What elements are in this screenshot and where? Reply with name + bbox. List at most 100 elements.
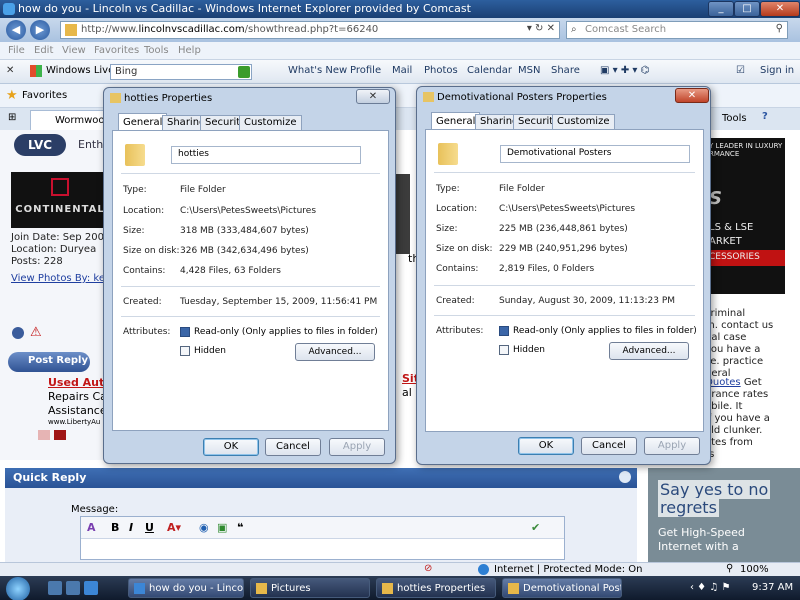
maximize-button[interactable]: □	[734, 1, 760, 17]
hidden-label[interactable]: Hidden	[513, 345, 545, 355]
quick-tabs-icon[interactable]: ⊞	[8, 112, 16, 123]
favorites-star-icon[interactable]: ★	[6, 88, 18, 103]
insert-image-icon[interactable]: ▣	[217, 521, 227, 534]
close-button[interactable]: ✕	[760, 1, 800, 17]
zoom-level[interactable]: 100%	[740, 564, 769, 575]
hidden-checkbox[interactable]	[499, 345, 509, 355]
sign-in-link[interactable]: Sign in	[760, 65, 794, 76]
ok-button[interactable]: OK	[203, 438, 259, 456]
apply-button[interactable]: Apply	[329, 438, 385, 456]
system-tray-icons[interactable]: ‹ ♦ ♫ ⚑	[690, 582, 730, 593]
tab-customize[interactable]: Customize	[239, 115, 302, 131]
show-desktop-icon[interactable]	[48, 581, 62, 595]
close-toolbar-icon[interactable]: ✕	[6, 65, 14, 76]
search-input[interactable]: ⌕ Comcast Search ⚲	[566, 21, 788, 39]
tools-menu[interactable]: Tools	[722, 113, 747, 124]
folder-icon	[110, 93, 121, 103]
minimize-button[interactable]: _	[708, 1, 734, 17]
contains-label: Contains:	[436, 264, 479, 274]
close-icon[interactable]: ✕	[675, 88, 709, 103]
collapse-icon[interactable]	[619, 471, 631, 483]
advanced-button[interactable]: Advanced...	[295, 343, 375, 361]
apply-button[interactable]: Apply	[644, 437, 700, 455]
ok-button[interactable]: OK	[518, 437, 574, 455]
folder-large-icon	[438, 143, 458, 165]
link-share[interactable]: Share	[551, 65, 580, 76]
task-hotties[interactable]: hotties Properties	[376, 578, 496, 598]
font-color-button[interactable]: A▾	[167, 521, 181, 534]
task-ie[interactable]: how do you - Lincol...	[128, 578, 244, 598]
bing-search-input[interactable]: Bing	[110, 64, 252, 80]
format-icon[interactable]: A	[87, 521, 96, 534]
ad-prev-icon[interactable]	[38, 430, 50, 440]
readonly-checkbox[interactable]	[499, 326, 509, 336]
forward-button[interactable]: ▶	[30, 20, 50, 40]
popup-blocked-icon[interactable]: ⊘	[424, 563, 432, 574]
menu-view[interactable]: View	[62, 45, 86, 56]
readonly-checkbox[interactable]	[180, 327, 190, 337]
post-reply-button[interactable]: Post Reply	[8, 352, 90, 372]
folder-name-field[interactable]: hotties	[171, 146, 361, 164]
zoom-icon[interactable]: ⚲	[726, 563, 733, 574]
bold-button[interactable]: B	[111, 521, 119, 534]
menu-help[interactable]: Help	[178, 45, 201, 56]
readonly-label[interactable]: Read-only (Only applies to files in fold…	[194, 327, 378, 337]
ad-next-icon[interactable]	[54, 430, 66, 440]
switch-windows-icon[interactable]	[66, 581, 80, 595]
hidden-checkbox[interactable]	[180, 346, 190, 356]
report-warning-icon[interactable]: ⚠	[30, 325, 42, 340]
spellcheck-icon[interactable]: ✔	[531, 521, 540, 534]
folder-name-field[interactable]: Demotivational Posters	[500, 145, 690, 163]
cancel-button[interactable]: Cancel	[581, 437, 637, 455]
user-online-icon[interactable]	[12, 327, 24, 339]
location: Location: Duryea	[11, 244, 97, 255]
link-calendar[interactable]: Calendar	[467, 65, 512, 76]
promo-ad[interactable]: Say yes to no regrets Get High-Speed Int…	[648, 468, 800, 562]
close-icon[interactable]: ✕	[356, 89, 390, 104]
link-mail[interactable]: Mail	[392, 65, 412, 76]
divider	[434, 315, 695, 316]
right-line: urance rates	[705, 389, 769, 400]
right-banner-ad[interactable]: Y LEADER IN LUXURY RMANCE S LS & LSE ARK…	[705, 138, 785, 294]
menu-edit[interactable]: Edit	[34, 45, 53, 56]
bing-go-icon[interactable]	[238, 66, 250, 78]
start-button[interactable]	[6, 577, 30, 600]
help-icon[interactable]: ?	[762, 111, 768, 122]
tab-customize[interactable]: Customize	[552, 114, 615, 130]
advanced-button[interactable]: Advanced...	[609, 342, 689, 360]
insert-link-icon[interactable]: ◉	[199, 521, 209, 534]
check-icon[interactable]: ☑	[736, 65, 745, 76]
refresh-stop-icons[interactable]: ▾ ↻ ✕	[527, 23, 555, 34]
italic-button[interactable]: I	[129, 521, 133, 534]
underline-button[interactable]: U	[145, 521, 154, 534]
menu-favorites[interactable]: Favorites	[94, 45, 139, 56]
clock[interactable]: 9:37 AM	[752, 582, 793, 593]
dialog-title: Demotivational Posters Properties	[437, 92, 607, 103]
readonly-label[interactable]: Read-only (Only applies to files in fold…	[513, 326, 697, 336]
link-photos[interactable]: Photos	[424, 65, 458, 76]
site-logo[interactable]: LVC	[14, 134, 66, 156]
toolbar-tool-icons[interactable]: ▣ ▾ ✚ ▾ ⌬	[600, 65, 649, 76]
view-photos-link[interactable]: View Photos By: ket	[11, 273, 109, 284]
favorites-label[interactable]: Favorites	[22, 90, 67, 101]
quote-icon[interactable]: ❝	[237, 521, 243, 534]
task-pictures[interactable]: Pictures	[250, 578, 370, 598]
menu-tools[interactable]: Tools	[144, 45, 169, 56]
cancel-button[interactable]: Cancel	[265, 438, 321, 456]
created-value: Sunday, August 30, 2009, 11:13:23 PM	[499, 296, 676, 306]
windows-live-label[interactable]: Windows Live	[46, 65, 114, 76]
address-bar[interactable]: http://www.lincolnvscadillac.com/showthr…	[60, 21, 560, 39]
ie-quicklaunch-icon[interactable]	[84, 581, 98, 595]
ad-url[interactable]: www.LibertyAu	[48, 418, 100, 426]
search-icon[interactable]: ⚲	[776, 23, 783, 34]
link-msn[interactable]: MSN	[518, 65, 540, 76]
message-editor[interactable]: A B I U A▾ ◉ ▣ ❝ ✔	[80, 516, 565, 560]
task-demotivational[interactable]: Demotivational Post...	[502, 578, 622, 598]
security-zone[interactable]: Internet | Protected Mode: On	[494, 564, 642, 575]
link-profile[interactable]: Profile	[350, 65, 381, 76]
link-whats-new[interactable]: What's New	[288, 65, 347, 76]
menu-file[interactable]: File	[8, 45, 25, 56]
ad-assistance-text: Assistance	[48, 404, 107, 417]
back-button[interactable]: ◀	[6, 20, 26, 40]
hidden-label[interactable]: Hidden	[194, 346, 226, 356]
